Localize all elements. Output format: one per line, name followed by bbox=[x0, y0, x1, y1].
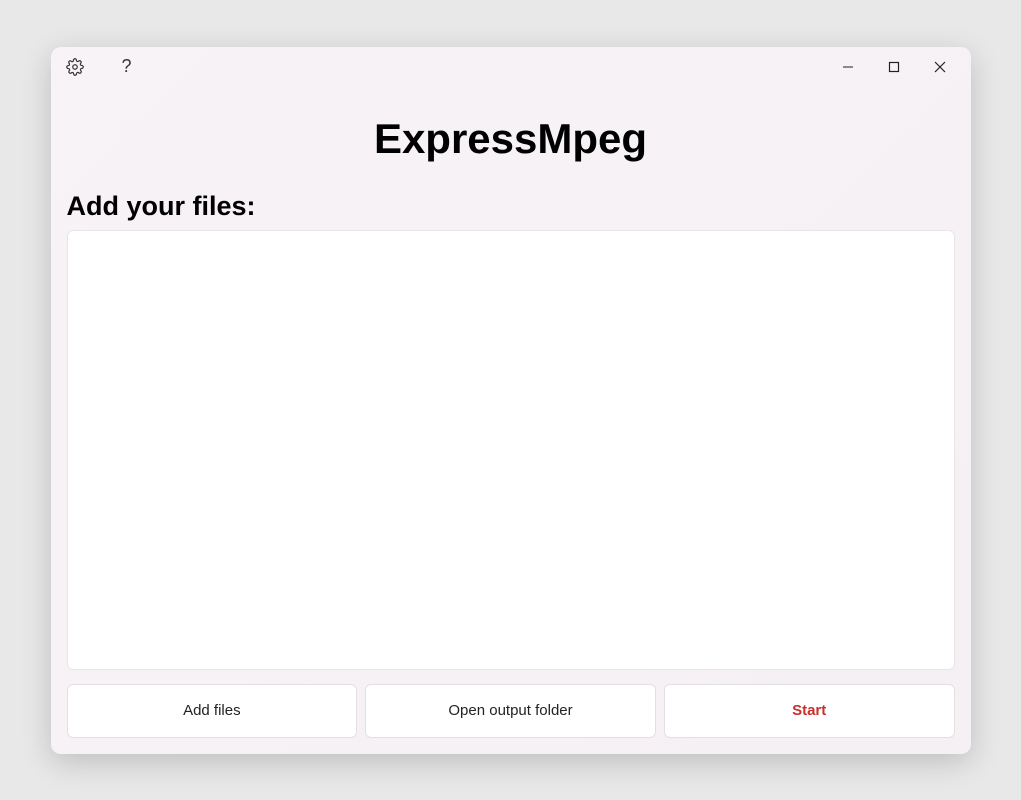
file-drop-area[interactable] bbox=[67, 230, 955, 670]
titlebar-left: ? bbox=[65, 57, 137, 77]
content-area: Add your files: Add files Open output fo… bbox=[51, 191, 971, 754]
app-title: ExpressMpeg bbox=[51, 115, 971, 163]
titlebar-right bbox=[825, 51, 963, 83]
start-button[interactable]: Start bbox=[664, 684, 955, 738]
open-output-folder-button[interactable]: Open output folder bbox=[365, 684, 656, 738]
help-icon[interactable]: ? bbox=[117, 57, 137, 77]
maximize-button[interactable] bbox=[871, 51, 917, 83]
close-button[interactable] bbox=[917, 51, 963, 83]
app-window: ? ExpressMpeg Add your files: Add files … bbox=[51, 47, 971, 754]
add-files-button[interactable]: Add files bbox=[67, 684, 358, 738]
action-button-row: Add files Open output folder Start bbox=[67, 684, 955, 738]
add-files-label: Add your files: bbox=[67, 191, 955, 222]
titlebar: ? bbox=[51, 47, 971, 87]
settings-icon[interactable] bbox=[65, 57, 85, 77]
minimize-button[interactable] bbox=[825, 51, 871, 83]
